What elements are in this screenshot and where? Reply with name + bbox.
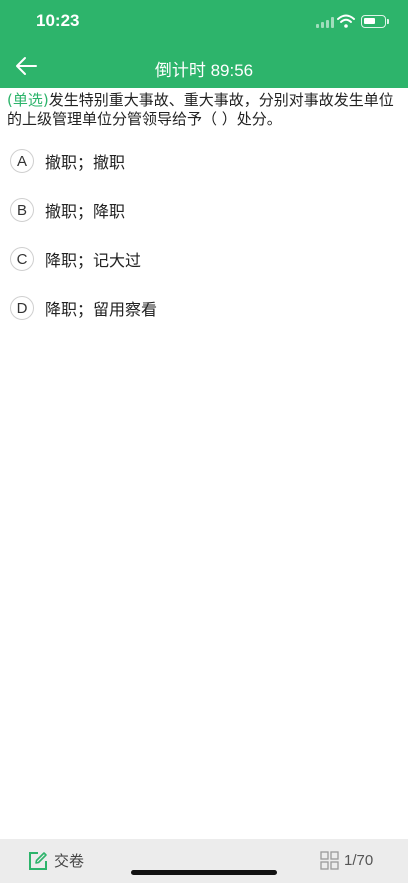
question-body: 发生特别重大事故、重大事故，分别对事故发生单位的上级管理单位分管领导给予（ ）处…: [7, 91, 394, 128]
option-letter: B: [10, 198, 34, 222]
submit-label: 交卷: [54, 852, 85, 870]
option-letter: A: [10, 149, 34, 173]
option-a[interactable]: A 撤职；撤职: [10, 147, 125, 175]
question-type: (单选): [7, 91, 49, 109]
status-bar: 10:23: [0, 0, 408, 44]
answer-sheet-button[interactable]: 1/70: [320, 851, 373, 870]
countdown-title: 倒计时 89:56: [154, 61, 254, 80]
option-letter: C: [10, 247, 34, 271]
option-text: 降职；留用察看: [45, 300, 158, 319]
question-progress: 1/70: [344, 852, 374, 869]
wifi-icon: [337, 14, 355, 28]
option-text: 降职；记大过: [45, 251, 142, 270]
option-letter: D: [10, 296, 34, 320]
cellular-signal-icon: [316, 17, 334, 28]
option-b[interactable]: B 撤职；降职: [10, 196, 125, 224]
option-c[interactable]: C 降职；记大过: [10, 245, 141, 273]
submit-exam-button[interactable]: 交卷: [28, 850, 84, 871]
status-time: 10:23: [36, 11, 80, 30]
exam-page: 10:23 倒计时 89:56 (单选)发生特别重大事故、重大事故，分别对事故发…: [0, 0, 408, 883]
option-text: 撤职；降职: [45, 202, 126, 221]
home-indicator: [131, 870, 277, 875]
battery-icon: [361, 15, 389, 28]
bottom-bar: 交卷 1/70: [0, 839, 408, 883]
edit-icon: [29, 851, 47, 870]
grid-icon: [320, 851, 339, 870]
option-d[interactable]: D 降职；留用察看: [10, 294, 157, 322]
question-text: (单选)发生特别重大事故、重大事故，分别对事故发生单位的上级管理单位分管领导给予…: [7, 91, 403, 129]
nav-bar: 倒计时 89:56: [0, 44, 408, 88]
option-text: 撤职；撤职: [45, 153, 126, 172]
